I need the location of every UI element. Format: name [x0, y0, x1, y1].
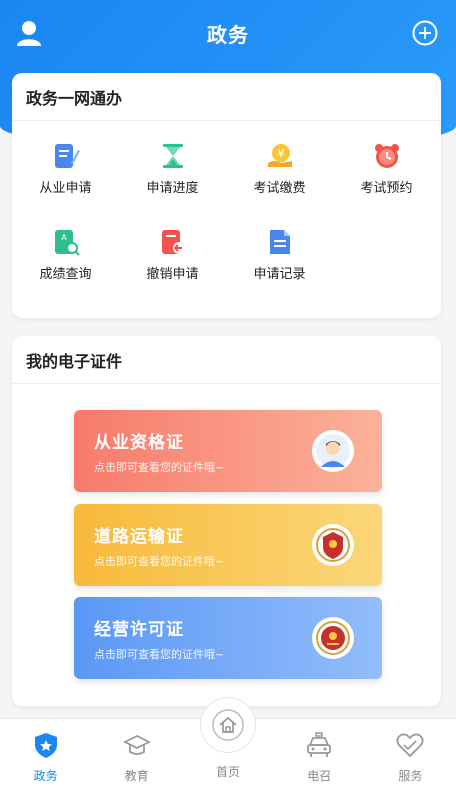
tab-label: 电召	[307, 769, 332, 783]
doc-undo-icon	[161, 230, 185, 254]
service-label: 成绩查询	[39, 267, 92, 282]
page-title: 政务	[207, 22, 249, 47]
handshake-heart-icon	[396, 733, 424, 758]
certificates-card: 我的电子证件 从业资格证 点击即可查看您的证件哦~ 道路运输证 点击即可查看您的…	[12, 336, 441, 706]
home-icon	[212, 709, 244, 741]
tab-label: 教育	[124, 769, 149, 783]
tab-education[interactable]: 教育	[91, 719, 182, 789]
certificate-business-license[interactable]: 经营许可证 点击即可查看您的证件哦~	[74, 597, 382, 679]
service-item-cancel[interactable]: 撤销申请	[119, 227, 226, 285]
emblem-icon	[312, 617, 354, 659]
tab-label: 政务	[33, 769, 58, 783]
service-label: 考试缴费	[253, 181, 306, 196]
services-grid: 从业申请 申请进度 ¥ 考试缴费 考试预约 A 成绩查询 撤销申请 申请记录	[12, 141, 441, 285]
svg-text:¥: ¥	[277, 147, 284, 160]
emblem-icon	[312, 524, 354, 566]
alarm-clock-icon	[374, 144, 399, 168]
service-item-exam-fee[interactable]: ¥ 考试缴费	[226, 141, 333, 199]
shield-star-icon	[34, 733, 57, 758]
service-label: 撤销申请	[146, 267, 199, 282]
car-icon	[307, 732, 332, 757]
service-item-progress[interactable]: 申请进度	[119, 141, 226, 199]
user-profile-icon[interactable]	[14, 18, 44, 48]
svg-text:A: A	[61, 233, 67, 242]
service-label: 申请进度	[146, 181, 199, 196]
doc-list-icon	[269, 230, 290, 254]
services-card: 政务一网通办 从业申请 申请进度 ¥ 考试缴费 考试预约 A 成绩查询 撤销申请…	[12, 73, 441, 318]
service-label: 从业申请	[39, 181, 92, 196]
person-avatar-icon	[312, 430, 354, 472]
service-item-apply[interactable]: 从业申请	[12, 141, 119, 199]
tab-service[interactable]: 服务	[365, 719, 456, 789]
hourglass-icon	[162, 144, 183, 168]
certificate-qualification[interactable]: 从业资格证 点击即可查看您的证件哦~	[74, 410, 382, 492]
service-label: 考试预约	[360, 181, 413, 196]
services-title: 政务一网通办	[12, 73, 441, 121]
certificates-title: 我的电子证件	[12, 336, 441, 384]
service-item-records[interactable]: 申请记录	[226, 227, 333, 285]
yen-coin-icon: ¥	[267, 144, 292, 167]
add-icon[interactable]	[412, 20, 438, 46]
tab-government[interactable]: 政务	[0, 719, 91, 789]
service-item-score-query[interactable]: A 成绩查询	[12, 227, 119, 285]
graduation-cap-icon	[122, 734, 151, 755]
tab-home[interactable]	[200, 697, 256, 753]
tab-dispatch[interactable]: 电召	[274, 719, 365, 789]
tab-home-label: 首页	[215, 765, 240, 779]
top-bar: 政务	[0, 0, 456, 66]
tab-label: 服务	[398, 769, 423, 783]
form-edit-icon	[54, 144, 80, 168]
service-item-exam-booking[interactable]: 考试预约	[333, 141, 440, 199]
doc-search-icon: A	[54, 230, 80, 256]
service-label: 申请记录	[253, 267, 306, 282]
certificate-transport[interactable]: 道路运输证 点击即可查看您的证件哦~	[74, 504, 382, 586]
